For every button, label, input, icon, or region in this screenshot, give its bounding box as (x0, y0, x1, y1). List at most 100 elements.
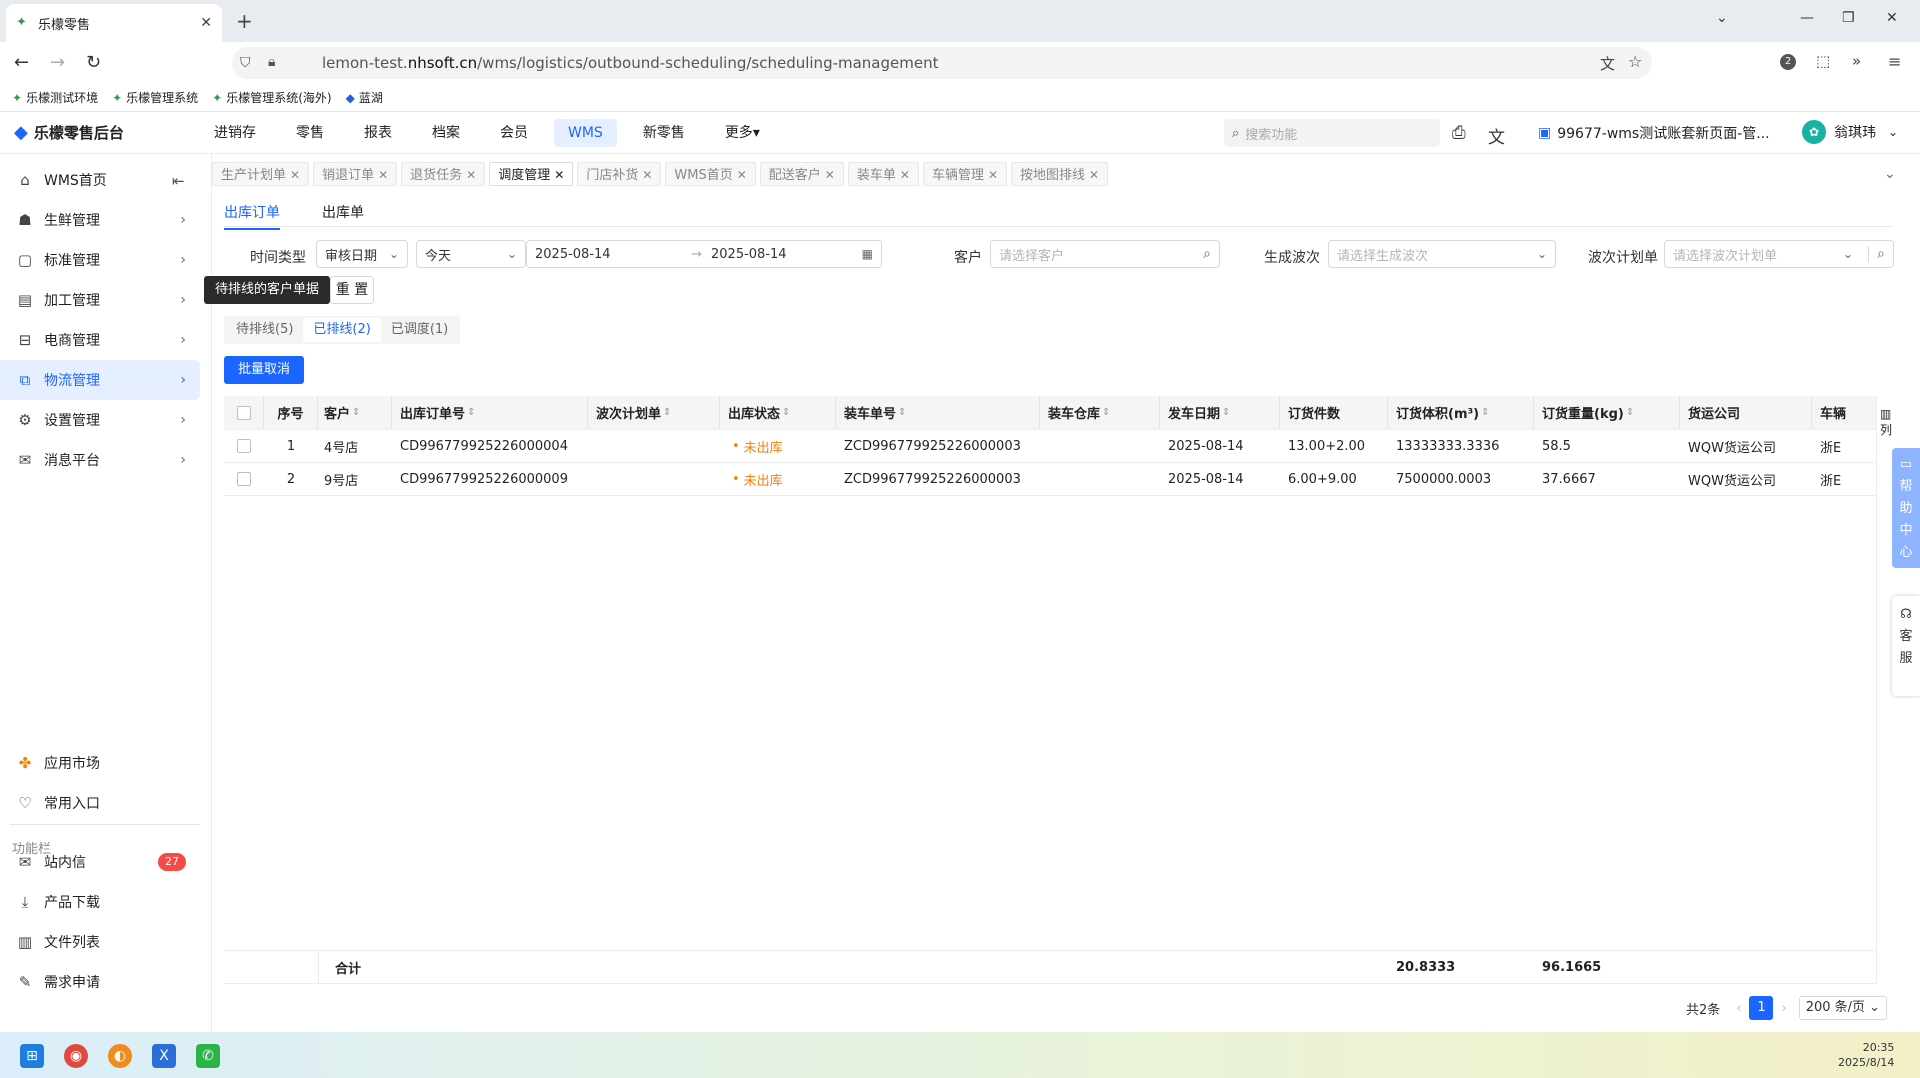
sidebar-item-settings[interactable]: ⚙ 设置管理 › (0, 400, 200, 440)
sidebar-item-message[interactable]: ✉ 消息平台 › (0, 440, 200, 480)
page-size-select[interactable]: 200 条/页 ⌄ (1798, 996, 1888, 1020)
sidebar-item-logistics[interactable]: ⧉ 物流管理 › (0, 360, 200, 400)
close-icon[interactable]: ✕ (825, 168, 835, 182)
forward-icon[interactable]: → (50, 52, 65, 73)
col-header[interactable]: 订货重量(kg) ⇕ (1534, 396, 1680, 429)
print-icon[interactable]: ⎙ (1452, 123, 1466, 143)
nav-item-wms[interactable]: WMS (554, 119, 617, 147)
bookmark-item[interactable]: ✦ 乐檬管理系统 (112, 89, 198, 106)
sidebar-item-process[interactable]: ▤ 加工管理 › (0, 280, 200, 320)
page-tab-active[interactable]: 调度管理 ✕ (489, 162, 574, 186)
cell-order[interactable]: CD996779925226000009 (392, 463, 588, 495)
sidebar-request[interactable]: ✎ 需求申请 (0, 962, 200, 1002)
col-header[interactable]: 出库订单号 ⇕ (392, 396, 588, 429)
sidebar-download[interactable]: ⤓ 产品下载 (0, 882, 200, 922)
page-tab[interactable]: 装车单 ✕ (847, 162, 919, 186)
nav-item[interactable]: 会员 (486, 119, 542, 147)
close-tab-icon[interactable]: ✕ (200, 15, 212, 31)
user-menu[interactable]: ✿ 翁琪玮 ⌄ (1802, 120, 1898, 144)
close-icon[interactable]: ✕ (1089, 168, 1099, 182)
back-icon[interactable]: ← (14, 52, 29, 73)
sidebar-item-ecommerce[interactable]: ⊟ 电商管理 › (0, 320, 200, 360)
wave-select[interactable]: 请选择生成波次 ⌄ (1328, 240, 1556, 268)
windows-start-icon[interactable]: ⊞ (20, 1044, 44, 1068)
nav-item[interactable]: 新零售 (629, 119, 699, 147)
page-tab[interactable]: 车辆管理 ✕ (922, 162, 1008, 186)
tabs-dropdown-icon[interactable]: ⌄ (1884, 166, 1896, 182)
nav-item[interactable]: 档案 (418, 119, 474, 147)
time-type-select[interactable]: 审核日期 ⌄ (316, 240, 408, 268)
app-logo[interactable]: ◆ 乐檬零售后台 (14, 122, 124, 143)
page-tab[interactable]: 配送客户 ✕ (759, 162, 844, 186)
reset-button[interactable]: 重 置 (330, 276, 374, 304)
page-tab[interactable]: 生产计划单 ✕ (212, 162, 310, 186)
customer-input[interactable]: 请选择客户 ⌕ (990, 240, 1220, 268)
close-window-icon[interactable]: ✕ (1886, 10, 1898, 26)
row-checkbox[interactable] (237, 439, 251, 453)
cell-load-no[interactable]: ZCD996779925226000003 (836, 463, 1040, 495)
close-icon[interactable]: ✕ (988, 168, 998, 182)
next-page-icon[interactable]: › (1781, 1001, 1786, 1016)
close-icon[interactable]: ✕ (290, 168, 300, 182)
status-tab-routed[interactable]: 已排线(2) (303, 318, 381, 342)
extension-badge[interactable]: 2 (1780, 54, 1796, 70)
col-header[interactable]: 装车单号 ⇕ (836, 396, 1040, 429)
close-icon[interactable]: ✕ (900, 168, 910, 182)
select-all-checkbox[interactable] (236, 405, 251, 420)
xmind-icon[interactable]: X (152, 1044, 176, 1068)
customer-service-button[interactable]: ☊ 客 服 (1892, 596, 1920, 696)
browser-tab[interactable]: ✦ 乐檬零售 ✕ (6, 4, 222, 42)
wave-plan-select[interactable]: 请选择波次计划单 ⌄ ⌕ (1664, 240, 1894, 268)
bookmark-item[interactable]: ◆ 蓝湖 (346, 89, 383, 106)
function-search[interactable]: ⌕ 搜索功能 (1224, 119, 1440, 147)
collapse-sidebar-icon[interactable]: ⇤ (172, 172, 185, 190)
col-header[interactable]: 客户 ⇕ (318, 396, 392, 429)
help-center-button[interactable]: ▭ 帮 助 中 心 (1892, 448, 1920, 568)
status-tab-dispatched[interactable]: 已调度(1) (381, 318, 458, 342)
page-button[interactable]: 1 (1749, 996, 1774, 1020)
col-header[interactable]: 波次计划单 ⇕ (588, 396, 720, 429)
sidebar-item-fresh[interactable]: ☗ 生鲜管理 › (0, 200, 200, 240)
wechat-icon[interactable]: ✆ (196, 1044, 220, 1068)
col-header[interactable]: 订货体积(m³) ⇕ (1388, 396, 1534, 429)
status-tab-pending[interactable]: 待排线(5) (226, 318, 303, 342)
sidebar-favorites[interactable]: ♡ 常用入口 (0, 783, 200, 823)
menu-icon[interactable]: ≡ (1888, 52, 1901, 71)
table-row[interactable]: 1 4号店 CD996779925226000004 未出库 ZCD996779… (224, 430, 1876, 463)
page-tab[interactable]: 退货任务 ✕ (401, 162, 486, 186)
cell-load-no[interactable]: ZCD996779925226000003 (836, 430, 1040, 462)
col-header[interactable]: 出库状态 ⇕ (720, 396, 836, 429)
col-header[interactable]: 装车仓库 ⇕ (1040, 396, 1160, 429)
bookmark-star-icon[interactable]: ☆ (1628, 52, 1642, 71)
prev-page-icon[interactable]: ‹ (1736, 1001, 1741, 1016)
bookmark-item[interactable]: ✦ 乐檬管理系统(海外) (212, 89, 331, 106)
nav-item[interactable]: 进销存 (200, 119, 270, 147)
page-tab[interactable]: 按地图排线 ✕ (1011, 162, 1109, 186)
sidebar-item-wms-home[interactable]: ⌂ WMS首页 (0, 160, 200, 200)
page-tab[interactable]: 门店补货 ✕ (577, 162, 662, 186)
sidebar-file-list[interactable]: ▥ 文件列表 (0, 922, 200, 962)
language-icon[interactable]: 文 (1488, 123, 1505, 148)
extensions-icon[interactable]: ⬚ (1816, 52, 1830, 70)
page-tab[interactable]: WMS首页 ✕ (665, 162, 756, 186)
search-icon[interactable]: ⌕ (1868, 246, 1885, 262)
nav-item-more[interactable]: 更多▾ (711, 119, 774, 147)
sidebar-app-market[interactable]: ✤ 应用市场 (0, 743, 200, 783)
table-row[interactable]: 2 9号店 CD996779925226000009 未出库 ZCD996779… (224, 463, 1876, 496)
more-tools-icon[interactable]: » (1852, 52, 1861, 70)
lock-icon[interactable]: 🔒︎ (268, 54, 275, 70)
tab-list-icon[interactable]: ⌄ (1716, 10, 1728, 26)
restore-icon[interactable]: ❐ (1842, 10, 1855, 26)
close-icon[interactable]: ✕ (642, 168, 652, 182)
minimize-icon[interactable]: — (1800, 10, 1814, 26)
reload-icon[interactable]: ↻ (86, 52, 101, 73)
page-tab[interactable]: 销退订单 ✕ (313, 162, 398, 186)
batch-cancel-button[interactable]: 批量取消 (224, 356, 304, 384)
close-icon[interactable]: ✕ (554, 168, 564, 182)
new-tab-icon[interactable]: + (236, 9, 253, 33)
cell-order[interactable]: CD996779925226000004 (392, 430, 588, 462)
close-icon[interactable]: ✕ (737, 168, 747, 182)
account-selector[interactable]: ▣ 99677-wms测试账套新页面-管... (1538, 123, 1770, 143)
column-settings-button[interactable]: ▥ 列 (1880, 406, 1894, 438)
col-header[interactable]: 发车日期 ⇕ (1160, 396, 1280, 429)
